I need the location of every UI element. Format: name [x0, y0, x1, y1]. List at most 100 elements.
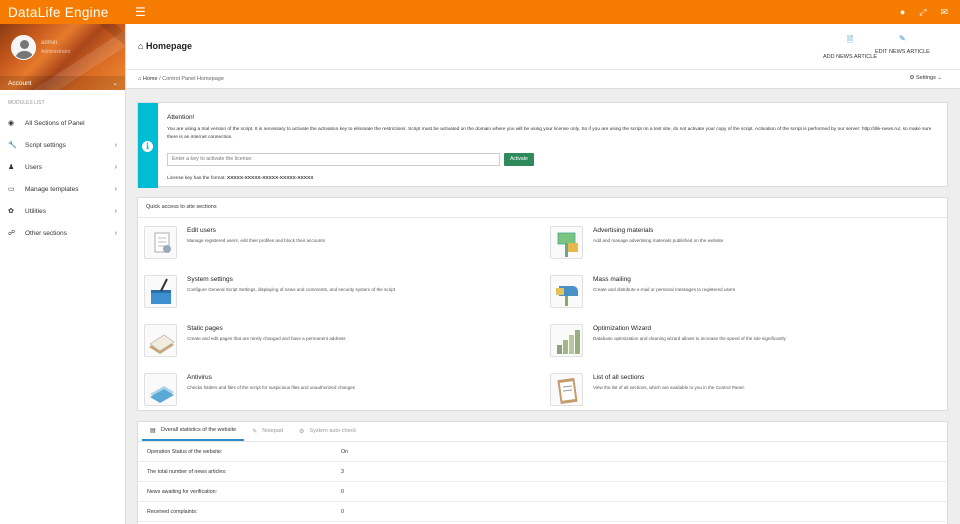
- link-icon: ☍: [8, 230, 16, 237]
- activation-alert: i Attention! You are using a trial versi…: [137, 102, 948, 188]
- chevron-right-icon: ›: [114, 207, 117, 215]
- chevron-down-icon: ⌄: [112, 80, 118, 87]
- quick-item-static-pages[interactable]: Static pages Create and edit pages that …: [138, 320, 538, 362]
- billboard-icon: [550, 226, 583, 259]
- edit-news-label: EDIT NEWS ARTICLE: [875, 49, 930, 55]
- sidebar-item-manage-templates[interactable]: ▭ Manage templates ›: [0, 178, 125, 200]
- quick-item-desc: Create and edit pages that are rarely ch…: [187, 336, 346, 341]
- leaf-icon: ✿: [8, 208, 14, 215]
- chevron-right-icon: ›: [114, 163, 117, 171]
- shield-doc-icon: [144, 373, 177, 406]
- add-news-label: ADD NEWS ARTICLE: [823, 54, 877, 60]
- edit-news-button[interactable]: ✎ EDIT NEWS ARTICLE: [875, 34, 930, 55]
- quick-item-title: List of all sections: [593, 374, 645, 381]
- quick-item-mass-mailing[interactable]: Mass mailing Create and distribute e-mai…: [544, 271, 944, 313]
- quick-item-title: Optimization Wizard: [593, 325, 652, 332]
- sidebar-item-utilities[interactable]: ✿ Utilities ›: [0, 200, 125, 222]
- stats-value: 3: [341, 468, 344, 475]
- users-doc-icon: [144, 226, 177, 259]
- quick-item-advertising[interactable]: Advertising materials Add and manage adv…: [544, 222, 944, 264]
- quick-item-system-settings[interactable]: System settings Configure General Script…: [138, 271, 538, 313]
- key-format-value: XXXXX-XXXXX-XXXXX-XXXXX-XXXXX: [227, 176, 314, 181]
- chevron-down-icon: ⌄: [937, 75, 942, 81]
- stats-value: 0: [341, 508, 344, 515]
- page-header: ⌂ Homepage 🗎 ADD NEWS ARTICLE ✎ EDIT NEW…: [126, 24, 960, 70]
- quick-item-desc: Configure General Script Settings, displ…: [187, 287, 396, 292]
- quick-item-desc: View the list of all sections, which are…: [593, 385, 745, 390]
- sidebar-item-label: Utilities: [25, 207, 46, 215]
- quick-access-title: Quick access to site sections: [138, 198, 947, 218]
- gear-icon: ⚙: [299, 428, 305, 435]
- stats-tabs: ▤ Overall statistics of the website ✎ No…: [138, 422, 947, 442]
- globe-icon: ◉: [8, 120, 15, 127]
- stats-row: Received complaints: 0: [138, 502, 947, 522]
- breadcrumb-bar: ⌂ Home / Control Panel Homepage ⚙ Settin…: [126, 70, 960, 89]
- sidebar-item-users[interactable]: ♟ Users ›: [0, 156, 125, 178]
- stats-row: Operation Status of the website: On: [138, 442, 947, 462]
- quick-item-title: Static pages: [187, 325, 223, 332]
- edit-icon: ✎: [899, 34, 906, 43]
- license-key-input[interactable]: Enter a key to activate the license:: [167, 153, 500, 166]
- quick-item-antivirus[interactable]: Antivirus Checks folders and files of th…: [138, 369, 538, 411]
- key-format-note: License key has the format: XXXXX-XXXXX-…: [167, 176, 314, 181]
- bars-icon: [550, 324, 583, 357]
- avatar[interactable]: [11, 35, 36, 60]
- sidebar-item-other-sections[interactable]: ☍ Other sections ›: [0, 222, 125, 244]
- toolbox-icon: [144, 275, 177, 308]
- user-role: Administrator: [41, 49, 71, 55]
- account-label: Account: [8, 79, 32, 87]
- tab-notepad[interactable]: ✎ Notepad: [244, 421, 291, 441]
- menu-icon[interactable]: ☰: [135, 6, 146, 18]
- stats-label: News awaiting for verification:: [147, 488, 218, 495]
- user-panel: admin Administrator Account ⌄: [0, 24, 125, 90]
- sidebar-item-script-settings[interactable]: 🔧 Script settings ›: [0, 134, 125, 156]
- tab-overall-statistics[interactable]: ▤ Overall statistics of the website: [142, 421, 245, 441]
- chevron-right-icon: ›: [114, 229, 117, 237]
- sidebar-item-label: All Sections of Panel: [25, 119, 85, 127]
- account-dropdown[interactable]: Account ⌄: [0, 76, 125, 90]
- quick-item-optimization[interactable]: Optimization Wizard Database optimizatio…: [544, 320, 944, 362]
- sidebar: admin Administrator Account ⌄ MODULES LI…: [0, 24, 126, 524]
- home-icon: ⌂: [138, 41, 144, 51]
- chevron-right-icon: ›: [114, 185, 117, 193]
- envelope-icon[interactable]: ✉: [940, 7, 948, 18]
- sidebar-item-label: Manage templates: [25, 185, 79, 193]
- stats-row: The total number of news articles: 3: [138, 462, 947, 482]
- alert-accent: i: [138, 103, 158, 188]
- user-name: admin: [41, 40, 58, 46]
- quick-item-title: System settings: [187, 276, 233, 283]
- brand-logo[interactable]: DataLife Engine: [0, 0, 125, 24]
- globe-icon[interactable]: ●: [900, 7, 905, 17]
- stats-row: News awaiting for verification: 0: [138, 482, 947, 502]
- quick-item-title: Mass mailing: [593, 276, 631, 283]
- quick-item-title: Edit users: [187, 227, 216, 234]
- chevron-right-icon: ›: [114, 141, 117, 149]
- settings-dropdown[interactable]: ⚙ Settings ⌄: [910, 75, 942, 81]
- mailbox-icon: [550, 275, 583, 308]
- add-news-button[interactable]: 🗎 ADD NEWS ARTICLE: [823, 34, 877, 60]
- sidebar-item-label: Other sections: [25, 229, 67, 237]
- breadcrumb-separator: /: [159, 76, 161, 82]
- stats-value: 0: [341, 488, 344, 495]
- edit-icon: ✎: [252, 428, 258, 435]
- quick-item-desc: Manage registered users, edit their prof…: [187, 238, 325, 243]
- activate-button[interactable]: Activate: [504, 153, 534, 166]
- quick-item-edit-users[interactable]: Edit users Manage registered users, edit…: [138, 222, 538, 264]
- stats-label: Operation Status of the website:: [147, 448, 223, 455]
- stats-label: The total number of news articles:: [147, 468, 227, 475]
- info-icon: i: [142, 141, 153, 152]
- quick-item-all-sections[interactable]: List of all sections View the list of al…: [544, 369, 944, 411]
- settings-label: Settings: [915, 75, 936, 81]
- user-icon: ♟: [8, 164, 15, 171]
- sidebar-item-label: Script settings: [25, 141, 66, 149]
- tab-system-auto-check[interactable]: ⚙ System auto-check: [291, 421, 364, 441]
- page-title: ⌂ Homepage: [138, 41, 192, 51]
- sidebar-item-all-sections[interactable]: ◉ All Sections of Panel: [0, 112, 125, 134]
- wrench-icon: 🔧: [8, 142, 17, 149]
- expand-icon[interactable]: ⤢: [919, 7, 926, 18]
- breadcrumb: ⌂ Home / Control Panel Homepage: [138, 76, 224, 82]
- top-navbar: DataLife Engine ☰ ● ⤢ ✉: [0, 0, 960, 24]
- breadcrumb-home[interactable]: Home: [143, 76, 158, 82]
- breadcrumb-current: Control Panel Homepage: [162, 76, 224, 82]
- statistics-panel: ▤ Overall statistics of the website ✎ No…: [137, 421, 948, 524]
